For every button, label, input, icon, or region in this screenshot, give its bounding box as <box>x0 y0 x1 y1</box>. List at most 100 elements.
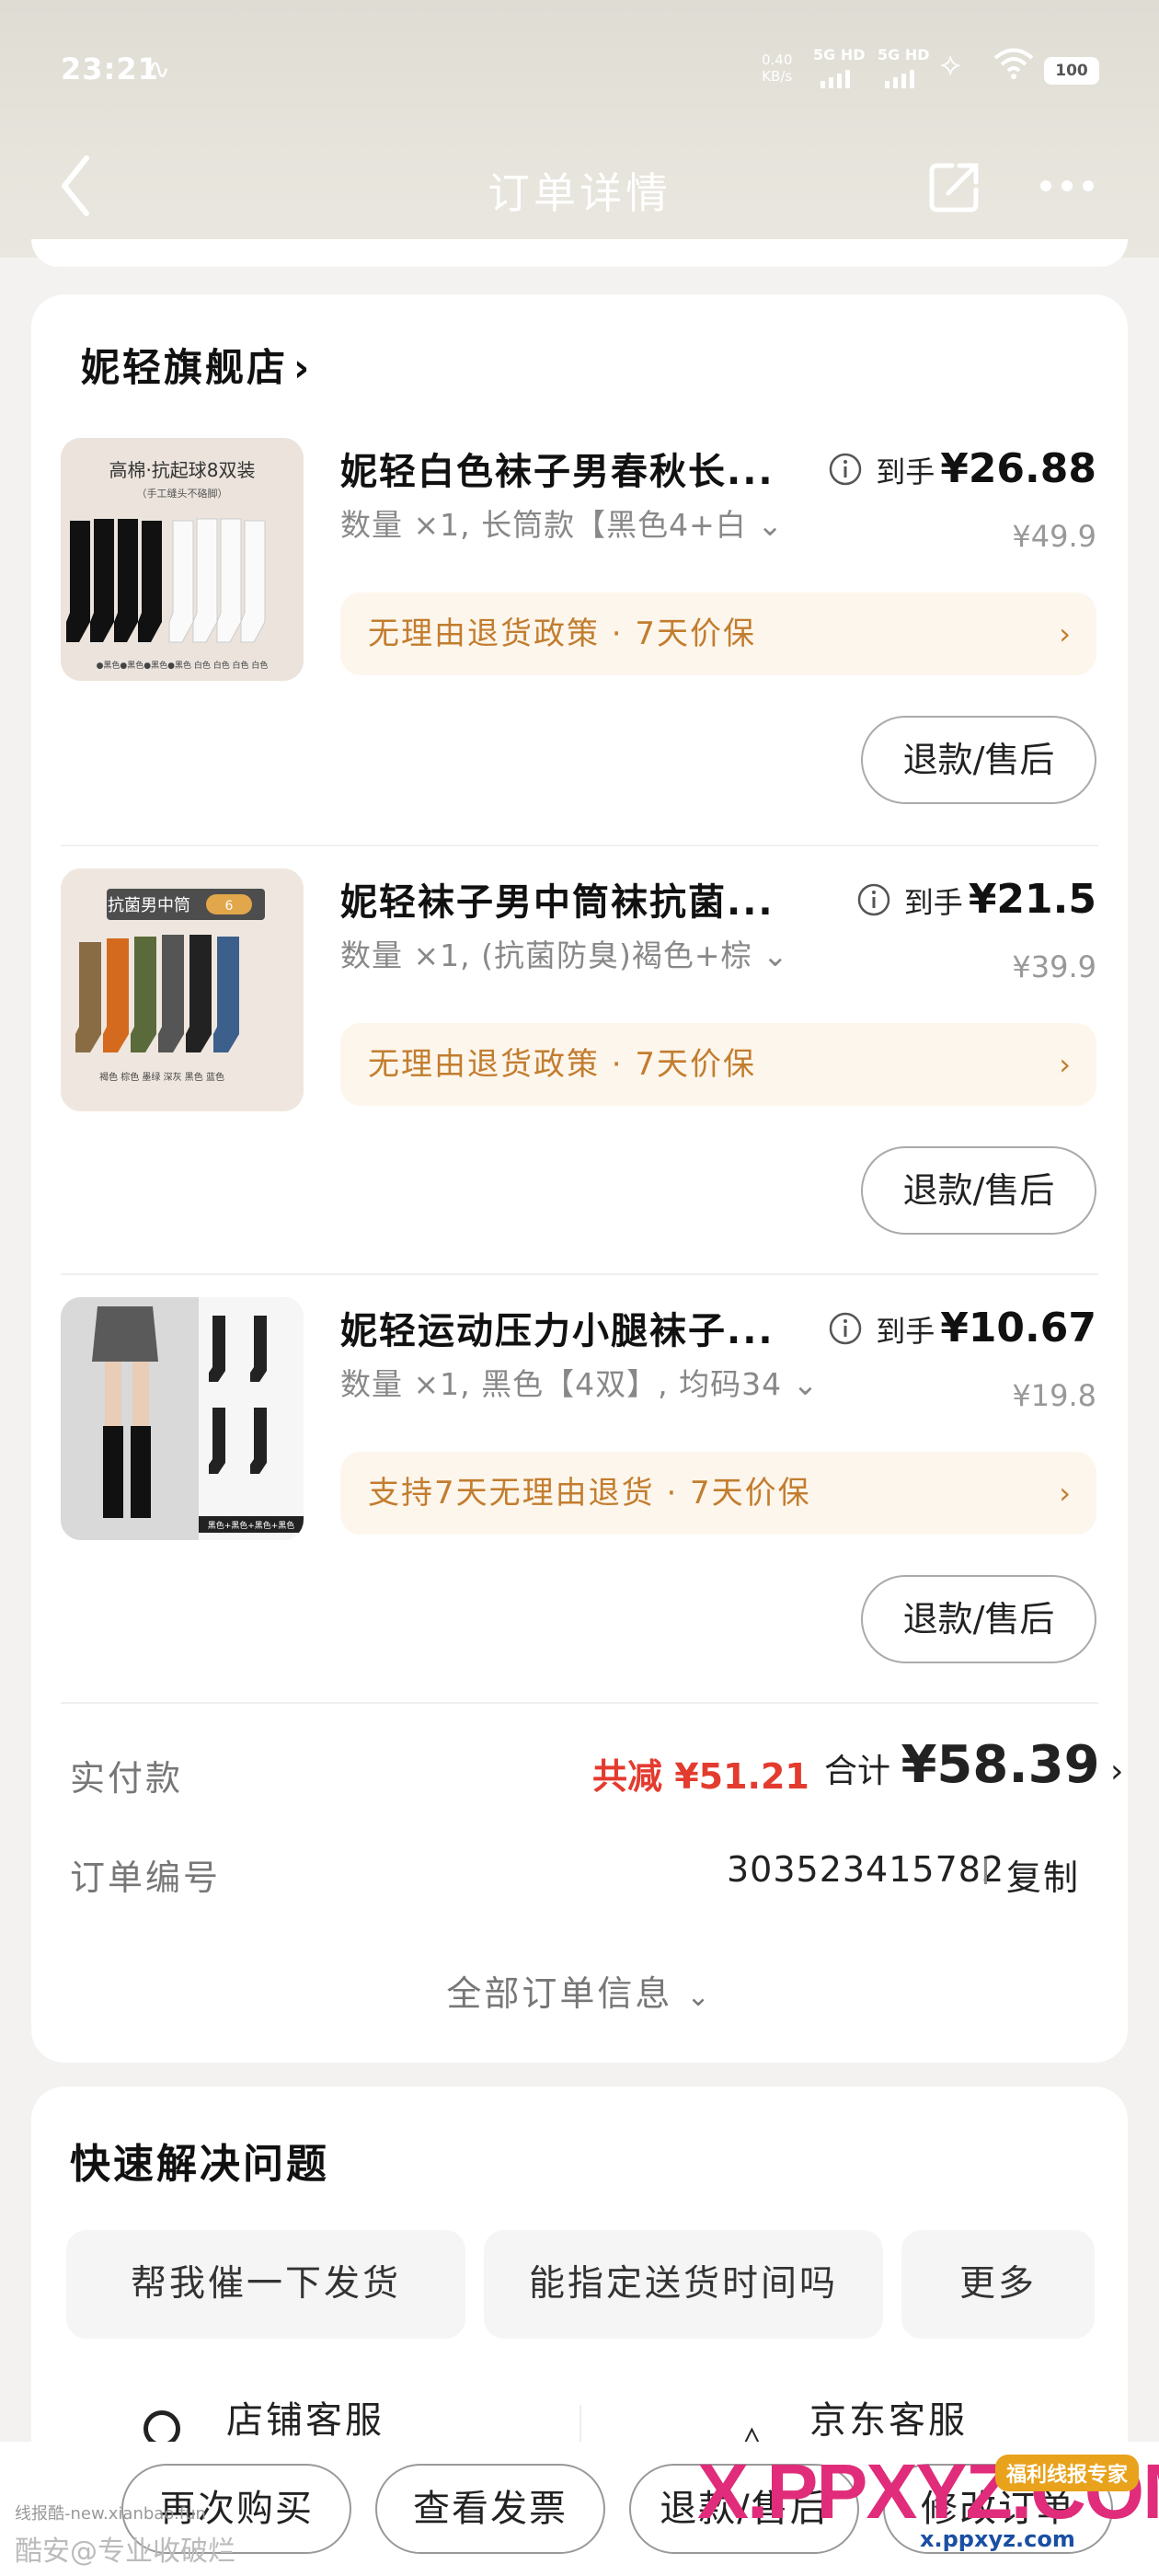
original-price: ¥49.9 <box>1012 519 1096 554</box>
item-title[interactable]: 妮轻袜子男中筒袜抗菌... <box>340 872 775 926</box>
final-price-label: 到手 <box>903 885 963 920</box>
image-caption-2: 褐色 棕色 墨绿 深灰 黑色 蓝色 <box>99 1071 224 1083</box>
policy-banner[interactable]: 无理由退货政策 · 7天价保 › <box>340 1023 1096 1106</box>
divider <box>61 1273 1098 1275</box>
share-button[interactable] <box>924 156 985 217</box>
previous-card-edge <box>31 239 1128 267</box>
policy-banner[interactable]: 支持7天无理由退货 · 7天价保 › <box>340 1452 1096 1535</box>
order-item: 高棉·抗起球8双装 （手工缝头不硌脚） ●黑色●黑色●黑色●黑色 白色 白色 白… <box>31 438 1128 861</box>
all-order-info-toggle[interactable]: 全部订单信息 ⌄ <box>31 1965 1128 2016</box>
share-icon <box>929 163 979 213</box>
info-icon[interactable] <box>828 452 863 487</box>
view-invoice-button[interactable]: 查看发票 <box>375 2464 605 2554</box>
watermark-url: x.ppxyz.com <box>920 2526 1075 2552</box>
paid-label: 实付款 <box>70 1758 184 1799</box>
quick-solve-card: 快速解决问题 帮我催一下发货 能指定送货时间吗 更多 店铺客服 △ 京东客服 <box>31 2087 1128 2473</box>
product-image[interactable]: 高棉·抗起球8双装 （手工缝头不硌脚） ●黑色●黑色●黑色●黑色 白色 白色 白… <box>61 438 304 681</box>
policy-banner[interactable]: 无理由退货政策 · 7天价保 › <box>340 592 1096 675</box>
item-title[interactable]: 妮轻白色袜子男春秋长... <box>340 442 775 495</box>
order-number: 303523415782 <box>727 1849 1005 1890</box>
order-item: 抗菌男中筒 6 褐色 棕色 墨绿 深灰 黑色 蓝色 妮轻袜子男中筒袜抗菌... … <box>31 868 1128 1292</box>
shop-service-link[interactable]: 店铺客服 <box>226 2390 384 2444</box>
network-speed: 0.40 KB/s <box>762 52 792 85</box>
chevron-right-icon: › <box>1059 616 1073 651</box>
more-button[interactable] <box>1035 158 1099 213</box>
policy-text: 无理由退货政策 · 7天价保 <box>368 1046 757 1083</box>
watermark-text: 线报酷-new.xianbao.fun <box>15 2504 206 2524</box>
item-title[interactable]: 妮轻运动压力小腿袜子... <box>340 1301 775 1354</box>
socks-image-1: 高棉·抗起球8双装 （手工缝头不硌脚） ●黑色●黑色●黑色●黑色 白色 白色 白… <box>61 438 304 681</box>
nav-bar: 订单详情 <box>0 138 1159 239</box>
socks-image-2: 抗菌男中筒 6 褐色 棕色 墨绿 深灰 黑色 蓝色 <box>61 868 304 1111</box>
final-price: ¥26.88 <box>940 445 1096 492</box>
all-info-label: 全部订单信息 <box>446 1973 673 2014</box>
chevron-right-icon: › <box>1110 1753 1124 1790</box>
divider <box>61 845 1098 846</box>
watermark-tag: 福利线报专家 <box>995 2455 1140 2491</box>
product-image[interactable]: 抗菌男中筒 6 褐色 棕色 墨绿 深灰 黑色 蓝色 <box>61 868 304 1111</box>
divider <box>61 1702 1098 1704</box>
speed-unit: KB/s <box>762 68 793 85</box>
discount-total: 共减 ¥51.21 <box>592 1756 809 1797</box>
refund-button[interactable]: 退款/售后 <box>861 1146 1096 1235</box>
jd-service-link[interactable]: 京东客服 <box>809 2390 968 2444</box>
hotspot-icon: ⟡ <box>940 46 961 83</box>
image-caption-1: ●黑色●黑色●黑色●黑色 白色 白色 白色 白色 <box>97 660 269 671</box>
shop-name-link[interactable]: 妮轻旗舰店 › <box>81 337 312 393</box>
final-price: ¥21.5 <box>968 876 1096 923</box>
order-no-label: 订单编号 <box>70 1857 222 1898</box>
battery-icon: 100 <box>1044 57 1099 85</box>
activity-icon: ∿ <box>147 53 171 86</box>
quick-chip-more[interactable]: 更多 <box>901 2230 1095 2339</box>
image-header-2: 抗菌男中筒 <box>108 896 190 915</box>
page-title: 订单详情 <box>488 168 671 218</box>
policy-text: 无理由退货政策 · 7天价保 <box>368 615 757 652</box>
policy-text: 支持7天无理由退货 · 7天价保 <box>368 1475 811 1512</box>
final-price-label: 到手 <box>876 454 935 489</box>
status-time: 23:21 <box>61 52 159 86</box>
quick-chip-delivery-time[interactable]: 能指定送货时间吗 <box>484 2230 883 2339</box>
refund-button[interactable]: 退款/售后 <box>861 716 1096 804</box>
socks-image-3: 黑色+黑色+黑色+黑色 <box>61 1297 304 1540</box>
network-label-2: 5G HD <box>878 46 930 63</box>
quick-solve-title: 快速解决问题 <box>70 2141 329 2188</box>
network-label-1: 5G HD <box>813 46 866 63</box>
final-price: ¥10.67 <box>940 1305 1096 1351</box>
image-caption-3: 黑色+黑色+黑色+黑色 <box>208 1520 295 1531</box>
price-row: 到手 ¥26.88 <box>828 445 1096 492</box>
total-value: ¥58.39 <box>901 1735 1100 1795</box>
info-icon[interactable] <box>856 882 891 917</box>
total-label: 合计 <box>824 1753 891 1790</box>
image-badge-2: 6 <box>225 899 234 914</box>
price-row: 到手 ¥21.5 <box>856 876 1096 923</box>
quick-chip-urge-shipping[interactable]: 帮我催一下发货 <box>66 2230 465 2339</box>
copy-button[interactable]: 复制 <box>1006 1849 1080 1900</box>
price-row: 到手 ¥10.67 <box>828 1305 1096 1351</box>
signal-icon-1 <box>820 70 850 88</box>
item-spec[interactable]: 数量 ×1, 黑色【4双】, 均码34 ⌄ <box>340 1360 819 1404</box>
order-item: 黑色+黑色+黑色+黑色 妮轻运动压力小腿袜子... 数量 ×1, 黑色【4双】,… <box>31 1297 1128 1720</box>
speed-value: 0.40 <box>762 52 793 68</box>
more-icon <box>1040 180 1094 191</box>
item-spec[interactable]: 数量 ×1, (抗菌防臭)褐色+棕 ⌄ <box>340 931 789 975</box>
original-price: ¥19.8 <box>1012 1378 1096 1413</box>
chevron-right-icon: › <box>293 345 313 390</box>
wifi-icon <box>993 48 1034 87</box>
final-price-label: 到手 <box>876 1314 935 1349</box>
chevron-right-icon: › <box>1059 1047 1073 1082</box>
item-spec[interactable]: 数量 ×1, 长筒款【黑色4+白 ⌄ <box>340 500 784 545</box>
watermark-text: 酷安@专业收破烂 <box>15 2536 235 2568</box>
image-header-1: 高棉·抗起球8双装 <box>109 459 255 481</box>
status-bar: 23:21 ∿ 0.40 KB/s 5G HD 5G HD ⟡ 100 <box>0 0 1159 138</box>
product-image[interactable]: 黑色+黑色+黑色+黑色 <box>61 1297 304 1540</box>
info-icon[interactable] <box>828 1311 863 1346</box>
separator <box>984 1858 987 1884</box>
order-total[interactable]: 合计 ¥58.39 › <box>824 1735 1123 1795</box>
refund-button[interactable]: 退款/售后 <box>861 1575 1096 1663</box>
order-card: 妮轻旗舰店 › 高棉·抗起球8双装 （手工缝头不硌脚） ●黑色●黑色●黑色●黑色… <box>31 294 1128 2063</box>
chevron-right-icon: › <box>1059 1476 1073 1511</box>
shop-name: 妮轻旗舰店 <box>81 345 289 390</box>
original-price: ¥39.9 <box>1012 949 1096 984</box>
signal-icon-2 <box>885 70 914 88</box>
image-sub-1: （手工缝头不硌脚） <box>137 487 228 500</box>
